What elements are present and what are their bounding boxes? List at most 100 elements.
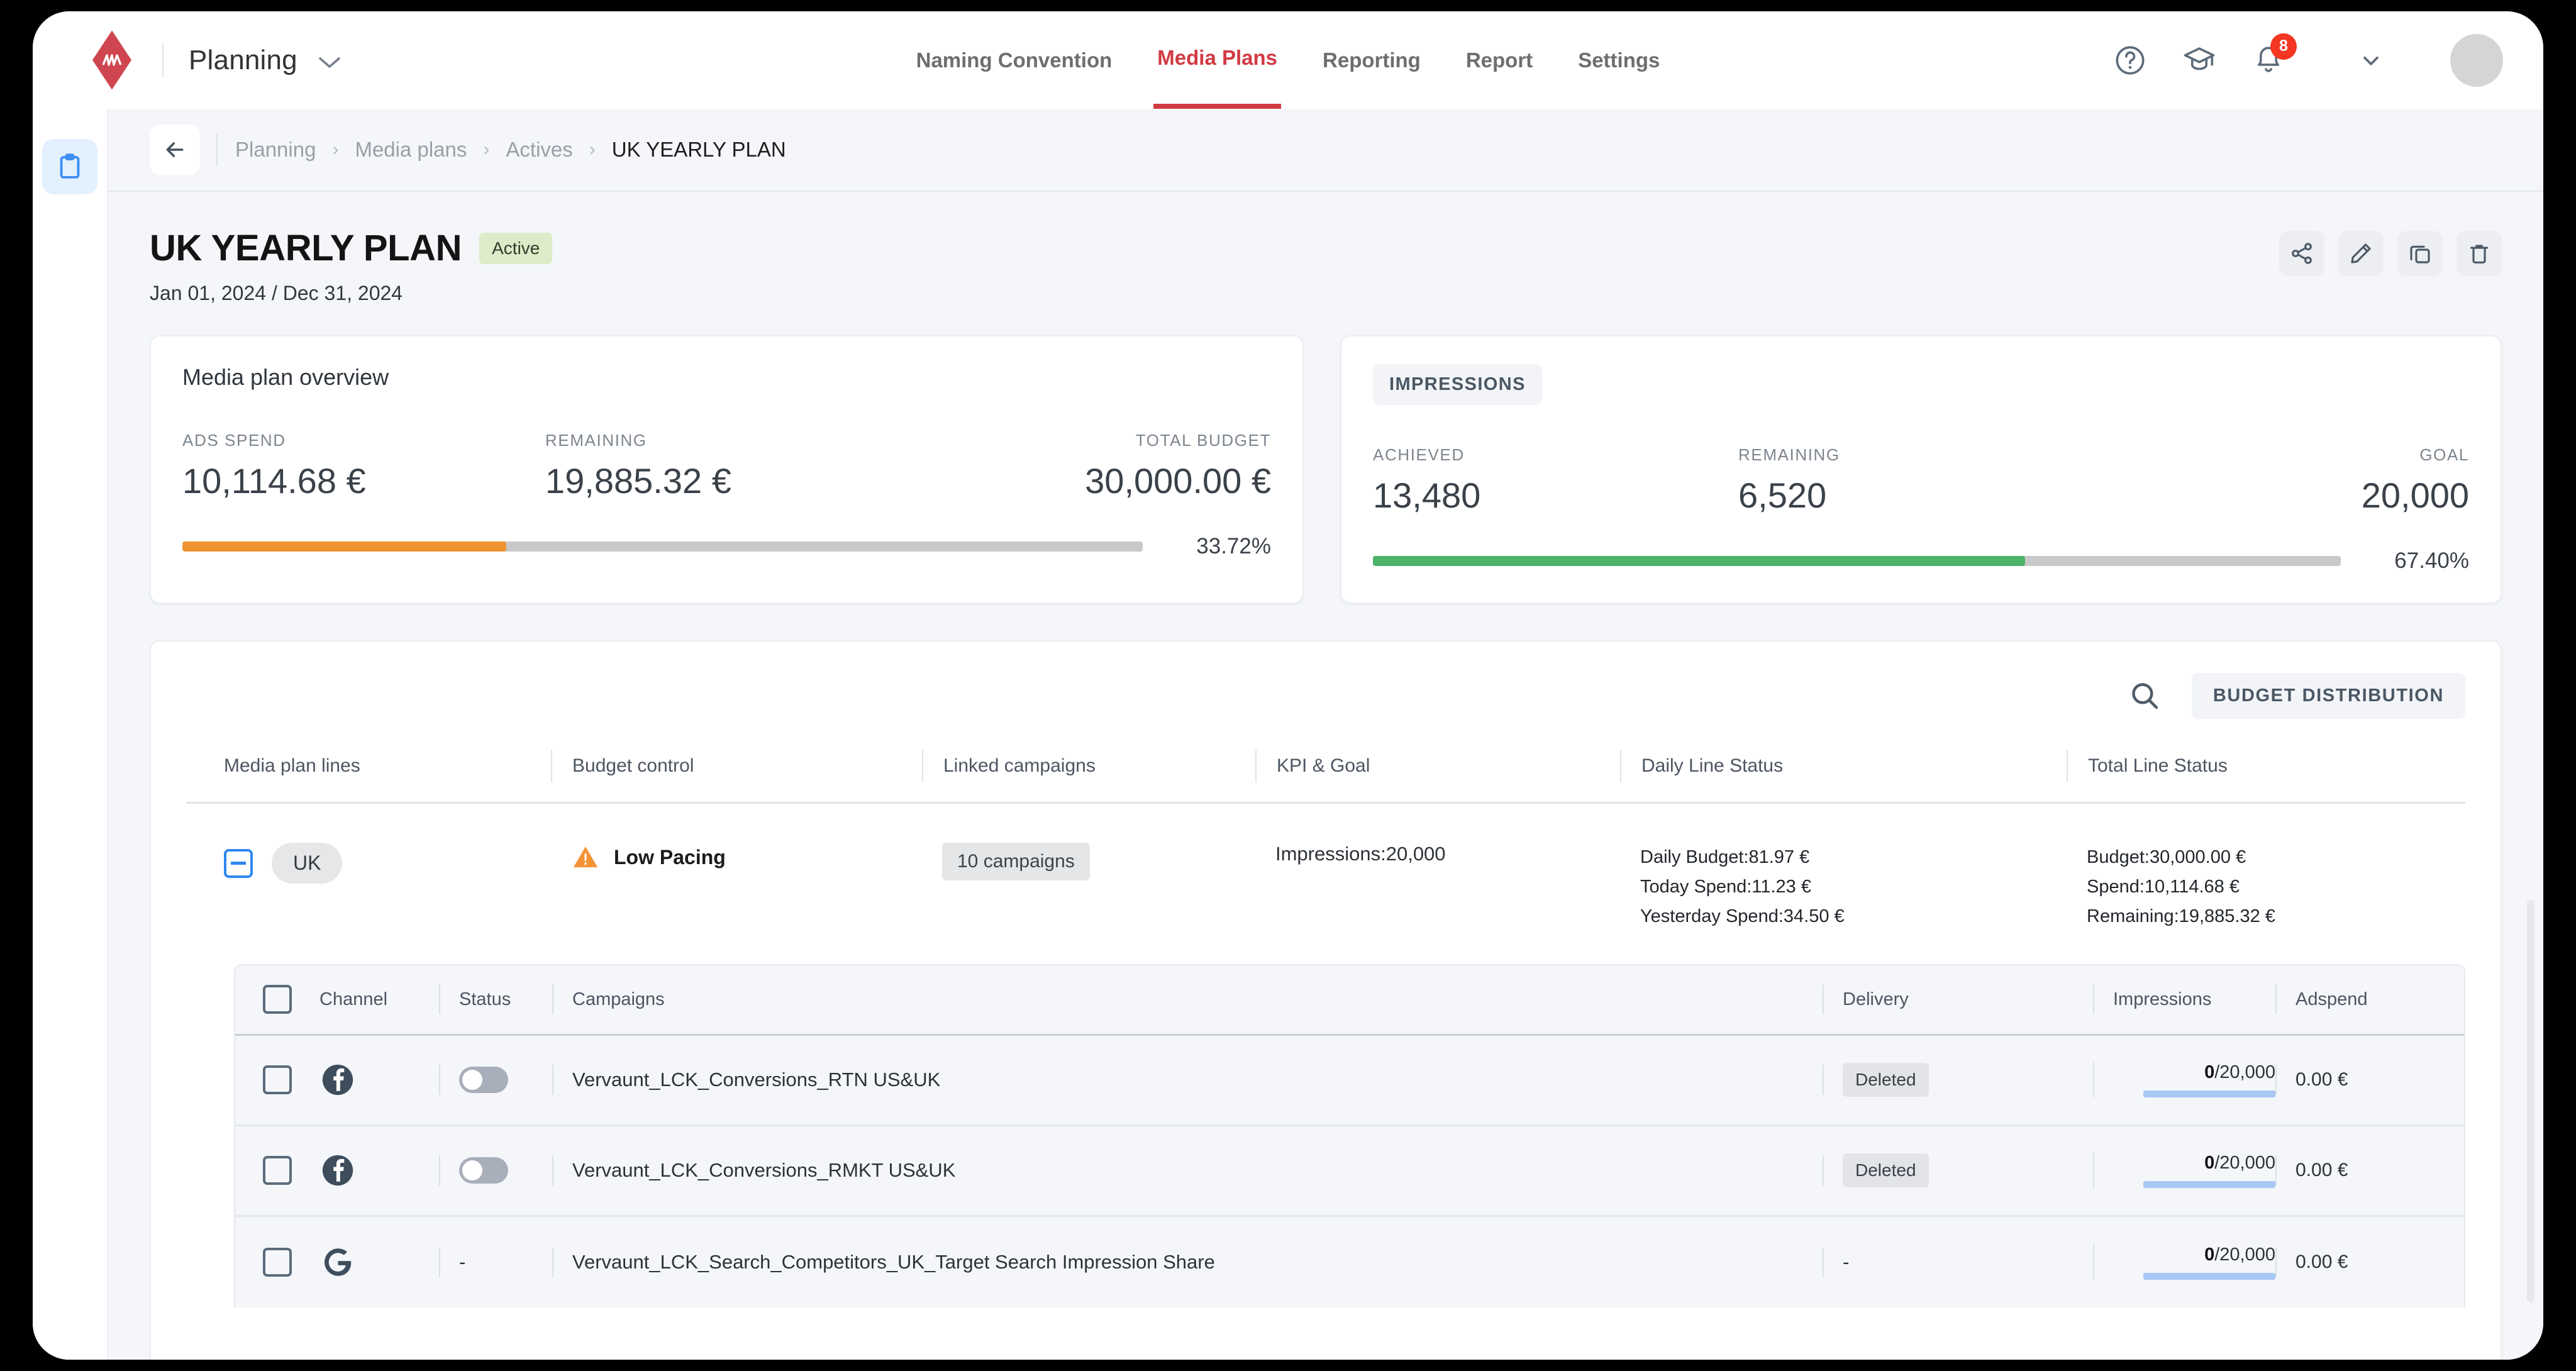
edit-button[interactable]	[2338, 231, 2384, 276]
campaigns-subtable-wrapper: Channel Status Campaigns Delivery Impres…	[186, 963, 2465, 1307]
notifications-bell-icon[interactable]: 8	[2251, 33, 2297, 77]
nav-item-media-plans[interactable]: Media Plans	[1153, 11, 1282, 109]
budget-progress-percent: 33.72%	[1196, 534, 1271, 558]
impressions-chip: IMPRESSIONS	[1373, 364, 1542, 405]
left-rail	[33, 109, 108, 1360]
graduation-cap-icon[interactable]	[2182, 43, 2216, 77]
impressions-value: 0/20,000	[2204, 1062, 2275, 1083]
row-checkbox[interactable]	[263, 1065, 292, 1095]
campaign-name: Vervaunt_LCK_Search_Competitors_UK_Targe…	[572, 1250, 1215, 1273]
delivery-status-badge: Deleted	[1843, 1063, 1929, 1097]
column-header-impressions: Impressions	[2093, 984, 2275, 1015]
help-icon[interactable]	[2113, 43, 2147, 77]
budget-progress-bar	[182, 541, 1143, 552]
clipboard-icon	[60, 153, 80, 179]
metric-remaining: REMAINING 6,520	[1738, 445, 2104, 516]
delete-button[interactable]	[2457, 231, 2502, 276]
metric-label: ADS SPEND	[182, 431, 286, 450]
metric-remaining: REMAINING 19,885.32 €	[545, 431, 908, 501]
nav-item-naming-convention[interactable]: Naming Convention	[913, 11, 1116, 109]
metric-value: 13,480	[1373, 475, 1481, 515]
campaign-name: Vervaunt_LCK_Conversions_RTN US&UK	[572, 1068, 941, 1091]
table-row[interactable]: - Vervaunt_LCK_Search_Competitors_UK_Tar…	[235, 1217, 2464, 1307]
chevron-down-icon	[318, 45, 341, 76]
metric-total-budget: TOTAL BUDGET 30,000.00 €	[908, 431, 1271, 501]
breadcrumb-item-current: UK YEARLY PLAN	[611, 138, 786, 161]
select-all-checkbox[interactable]	[263, 985, 292, 1014]
impressions-total: /20,000	[2214, 1244, 2275, 1265]
row-checkbox[interactable]	[263, 1247, 292, 1277]
impressions-progress-bar	[1373, 556, 2341, 566]
nav-item-settings[interactable]: Settings	[1574, 11, 1663, 109]
campaign-status-text: -	[459, 1250, 466, 1273]
user-menu-chevron-down-icon[interactable]	[2358, 48, 2384, 73]
metric-label: REMAINING	[545, 431, 647, 450]
metric-value: 19,885.32 €	[545, 461, 731, 501]
adspend-value: 0.00 €	[2296, 1251, 2348, 1272]
breadcrumb-chevron-icon: ›	[332, 139, 339, 160]
nav-actions: 8	[2113, 33, 2543, 87]
main-content: Planning › Media plans › Actives › UK YE…	[108, 109, 2543, 1360]
table-row[interactable]: Vervaunt_LCK_Conversions_RTN US&UK Delet…	[235, 1036, 2464, 1126]
facebook-icon	[319, 1152, 356, 1189]
app-body: Planning › Media plans › Actives › UK YE…	[33, 109, 2543, 1360]
collapse-minus-icon[interactable]	[224, 848, 253, 878]
nav-item-reporting[interactable]: Reporting	[1319, 11, 1424, 109]
table-row[interactable]: Vervaunt_LCK_Conversions_RMKT US&UK Dele…	[235, 1126, 2464, 1217]
back-button[interactable]	[150, 125, 200, 175]
metric-label: GOAL	[2419, 445, 2469, 464]
breadcrumb-item-media-plans[interactable]: Media plans	[355, 138, 467, 162]
campaign-status-toggle[interactable]	[459, 1157, 508, 1184]
logo-divider	[162, 42, 164, 78]
app-logo[interactable]	[70, 30, 153, 90]
avatar[interactable]	[2450, 33, 2503, 87]
row-checkbox[interactable]	[263, 1156, 292, 1185]
column-header-kpi-goal: KPI & Goal	[1255, 750, 1620, 782]
linked-campaigns-cell: 10 campaigns	[922, 843, 1255, 880]
impressions-current: 0	[2204, 1153, 2215, 1174]
column-header-linked-campaigns: Linked campaigns	[922, 750, 1255, 782]
content-scrollbar[interactable]	[2527, 900, 2534, 1302]
line-name-pill[interactable]: UK	[272, 843, 343, 884]
app-name-dropdown[interactable]: Planning	[189, 45, 341, 76]
total-line-status-cell: Budget:30,000.00 € Spend:10,114.68 € Rem…	[2067, 843, 2465, 931]
breadcrumb: Planning › Media plans › Actives › UK YE…	[235, 138, 786, 162]
campaign-name: Vervaunt_LCK_Conversions_RMKT US&UK	[572, 1159, 956, 1182]
media-plan-line-cell: UK	[224, 843, 551, 884]
notification-badge: 8	[2270, 33, 2297, 60]
delivery-status-badge: Deleted	[1843, 1153, 1929, 1188]
sidebar-item-media-plans[interactable]	[42, 139, 97, 194]
campaign-status-toggle[interactable]	[459, 1067, 508, 1094]
share-button[interactable]	[2279, 231, 2324, 276]
app-window: Planning Naming Convention Media Plans R…	[33, 11, 2543, 1360]
metric-value: 30,000.00 €	[1085, 461, 1271, 501]
impressions-card: IMPRESSIONS ACHIEVED 13,480 REMAINING 6,…	[1340, 335, 2502, 604]
search-icon[interactable]	[2128, 679, 2162, 713]
budget-distribution-button[interactable]: BUDGET DISTRIBUTION	[2191, 672, 2465, 719]
impressions-progress-fill	[1373, 556, 2026, 566]
duplicate-button[interactable]	[2397, 231, 2443, 276]
breadcrumb-item-planning[interactable]: Planning	[235, 138, 316, 162]
metric-achieved: ACHIEVED 13,480	[1373, 445, 1738, 516]
pencil-icon	[2351, 243, 2371, 264]
linked-campaigns-chip[interactable]: 10 campaigns	[942, 843, 1090, 880]
metric-value: 6,520	[1738, 475, 1827, 515]
delivery-status-text: -	[1843, 1250, 1850, 1273]
impressions-value: 0/20,000	[2204, 1245, 2275, 1265]
breadcrumb-divider	[216, 133, 218, 166]
column-header-budget-control: Budget control	[551, 750, 922, 782]
pacing-status: Low Pacing	[571, 843, 922, 872]
media-plan-line-row: UK Low Pacing 10 campaigns Impressions:2…	[186, 804, 2465, 958]
trash-icon	[2470, 245, 2489, 264]
nav-item-report[interactable]: Report	[1462, 11, 1536, 109]
pacing-label: Low Pacing	[614, 845, 726, 869]
column-header-daily-line-status: Daily Line Status	[1620, 750, 2067, 782]
impressions-progress-percent: 67.40%	[2394, 548, 2469, 573]
page-action-buttons	[2279, 231, 2502, 276]
breadcrumb-item-actives[interactable]: Actives	[506, 138, 572, 162]
breadcrumb-chevron-icon: ›	[589, 139, 596, 160]
impressions-value: 0/20,000	[2204, 1153, 2275, 1174]
budget-control-cell: Low Pacing	[551, 843, 922, 872]
breadcrumb-bar: Planning › Media plans › Actives › UK YE…	[108, 109, 2543, 192]
campaigns-table-header: Channel Status Campaigns Delivery Impres…	[235, 965, 2464, 1036]
